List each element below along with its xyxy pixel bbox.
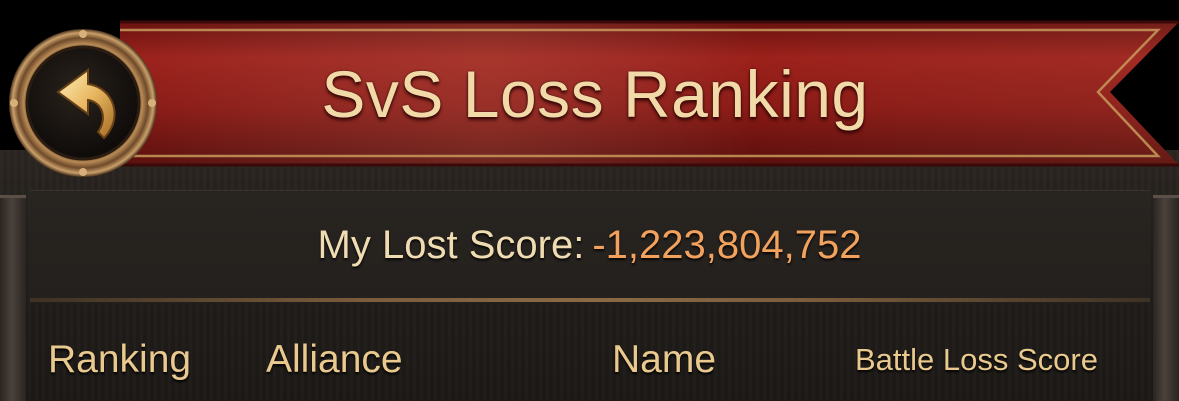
column-ranking: Ranking [48, 338, 192, 381]
back-button[interactable] [6, 26, 160, 180]
curved-back-arrow-icon [9, 29, 157, 177]
my-lost-score: My Lost Score: -1,223,804,752 [0, 215, 1179, 275]
panel-divider [30, 298, 1150, 302]
column-alliance: Alliance [266, 338, 403, 381]
page-title: SvS Loss Ranking [321, 57, 869, 131]
column-battle-loss-score: Battle Loss Score [855, 342, 1098, 377]
column-name: Name [612, 338, 717, 381]
score-label: My Lost Score: [317, 222, 585, 267]
table-header: Ranking Alliance Name Battle Loss Score [0, 330, 1179, 390]
score-value: -1,223,804,752 [592, 222, 862, 267]
game-screen: SvS Loss Ranking My Lost Score: -1,223,8… [0, 0, 1179, 401]
